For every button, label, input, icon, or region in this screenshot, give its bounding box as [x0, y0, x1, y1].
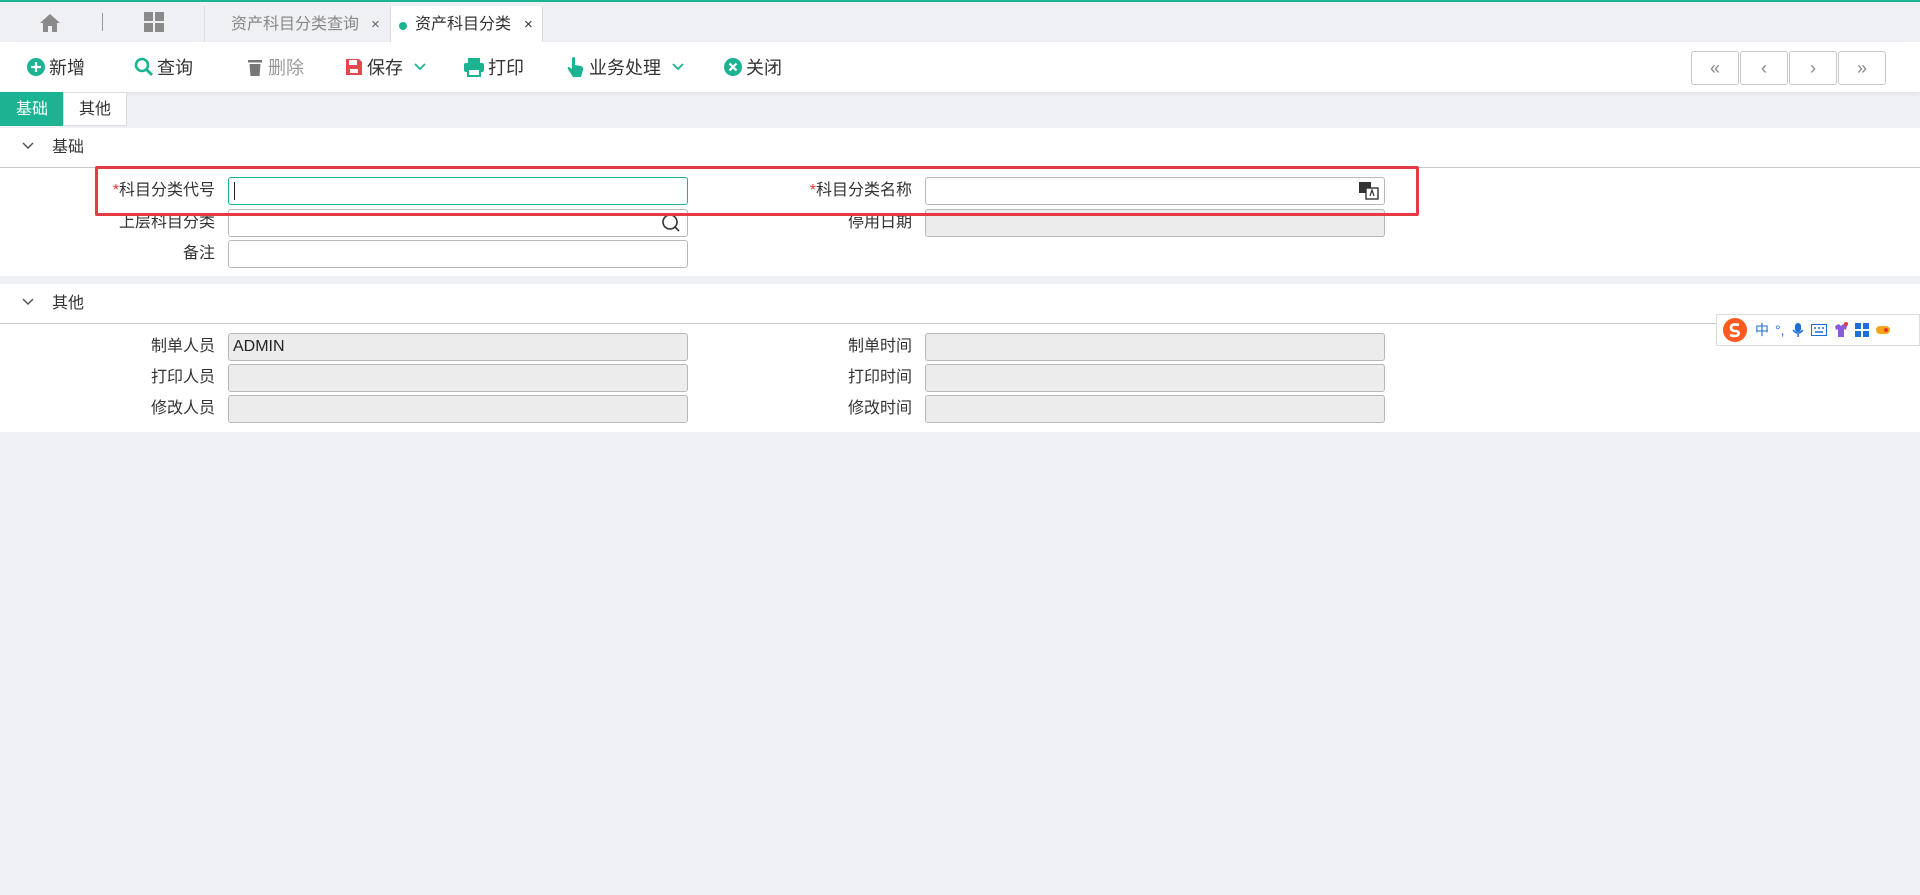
- toolbox-icon[interactable]: [1854, 323, 1869, 337]
- top-tab-bar: 资产科目分类查询 × 资产科目分类 ×: [0, 0, 1920, 44]
- printer-icon: [464, 58, 484, 77]
- double-chevron-right-icon: »: [1856, 57, 1867, 78]
- next-record-button[interactable]: ›: [1789, 51, 1837, 85]
- chevron-down-icon[interactable]: [413, 62, 427, 72]
- query-button[interactable]: 查询: [134, 42, 193, 92]
- creator-input[interactable]: ADMIN: [228, 333, 688, 361]
- close-circle-icon: [724, 58, 742, 76]
- tab-asset-category-query[interactable]: 资产科目分类查询 ×: [204, 6, 390, 44]
- query-label: 查询: [157, 58, 193, 78]
- home-icon[interactable]: [38, 12, 62, 34]
- last-record-button[interactable]: »: [1838, 51, 1886, 85]
- close-icon[interactable]: ×: [371, 6, 380, 44]
- chevron-down-icon[interactable]: [20, 138, 36, 154]
- business-process-button[interactable]: 业务处理: [566, 42, 688, 92]
- close-icon[interactable]: ×: [524, 6, 533, 44]
- add-button[interactable]: 新增: [26, 42, 85, 92]
- add-label: 新增: [49, 58, 85, 78]
- skin-icon[interactable]: [1833, 322, 1849, 338]
- double-chevron-left-icon: «: [1709, 57, 1720, 78]
- basic-panel-title: 基础: [52, 139, 85, 156]
- creator-label: 制单人员: [150, 338, 215, 355]
- plus-circle-icon: [27, 58, 45, 76]
- close-button[interactable]: 关闭: [723, 42, 782, 92]
- print-time-input[interactable]: [925, 364, 1385, 392]
- remark-label: 备注: [182, 245, 215, 262]
- printer-input[interactable]: [228, 364, 688, 392]
- ime-punct-toggle[interactable]: °,: [1775, 322, 1785, 338]
- search-icon: [134, 57, 154, 77]
- sogou-logo-icon: [1723, 318, 1747, 342]
- modify-time-label: 修改时间: [847, 400, 912, 417]
- active-dot-icon: [399, 22, 407, 30]
- tab-label: 资产科目分类: [415, 16, 512, 33]
- hand-pointer-icon: [567, 57, 584, 77]
- print-button[interactable]: 打印: [463, 42, 524, 92]
- first-record-button[interactable]: «: [1691, 51, 1739, 85]
- toolbar: 新增 查询 删除 保存 打印 业务处理 关闭 « ‹ › »: [0, 42, 1920, 92]
- tab-basic[interactable]: 基础: [0, 92, 64, 126]
- search-icon[interactable]: [661, 213, 681, 233]
- delete-button[interactable]: 删除: [245, 42, 304, 92]
- save-icon: [346, 59, 362, 75]
- other-panel-title: 其他: [52, 295, 85, 312]
- microphone-icon[interactable]: [1791, 322, 1805, 338]
- business-process-label: 业务处理: [589, 58, 661, 78]
- modify-time-input[interactable]: [925, 395, 1385, 423]
- extras-icon[interactable]: [1875, 324, 1891, 336]
- modifier-label: 修改人员: [150, 400, 215, 417]
- previous-record-button[interactable]: ‹: [1740, 51, 1788, 85]
- basic-panel-header[interactable]: 基础: [0, 128, 1920, 168]
- remark-input[interactable]: [228, 240, 688, 268]
- printer-label: 打印人员: [150, 369, 215, 386]
- chevron-down-icon[interactable]: [671, 62, 685, 72]
- save-label: 保存: [367, 58, 403, 78]
- other-panel-header[interactable]: 其他: [0, 284, 1920, 324]
- modifier-input[interactable]: [228, 395, 688, 423]
- save-button[interactable]: 保存: [344, 42, 430, 92]
- create-time-label: 制单时间: [847, 338, 912, 355]
- chevron-right-icon: ›: [1810, 57, 1816, 78]
- other-panel: 其他 制单人员 ADMIN 制单时间 打印人员 打印时间 修改人员 修改时间: [0, 284, 1920, 432]
- print-label: 打印: [488, 58, 524, 78]
- tab-other[interactable]: 其他: [63, 92, 127, 126]
- grid-icon[interactable]: [143, 11, 165, 33]
- highlight-box: [95, 166, 1419, 216]
- close-label: 关闭: [746, 58, 782, 78]
- tab-asset-category[interactable]: 资产科目分类 ×: [390, 6, 543, 44]
- ime-toolbar[interactable]: 中 °,: [1716, 314, 1920, 346]
- chevron-left-icon: ‹: [1761, 57, 1767, 78]
- keyboard-icon[interactable]: [1810, 324, 1827, 336]
- ime-lang-toggle[interactable]: 中: [1755, 320, 1769, 340]
- create-time-input[interactable]: [925, 333, 1385, 361]
- print-time-label: 打印时间: [847, 369, 912, 386]
- trash-icon: [248, 60, 262, 76]
- divider: [102, 13, 103, 31]
- delete-label: 删除: [268, 58, 304, 78]
- tab-label: 资产科目分类查询: [231, 16, 360, 33]
- chevron-down-icon[interactable]: [20, 294, 36, 310]
